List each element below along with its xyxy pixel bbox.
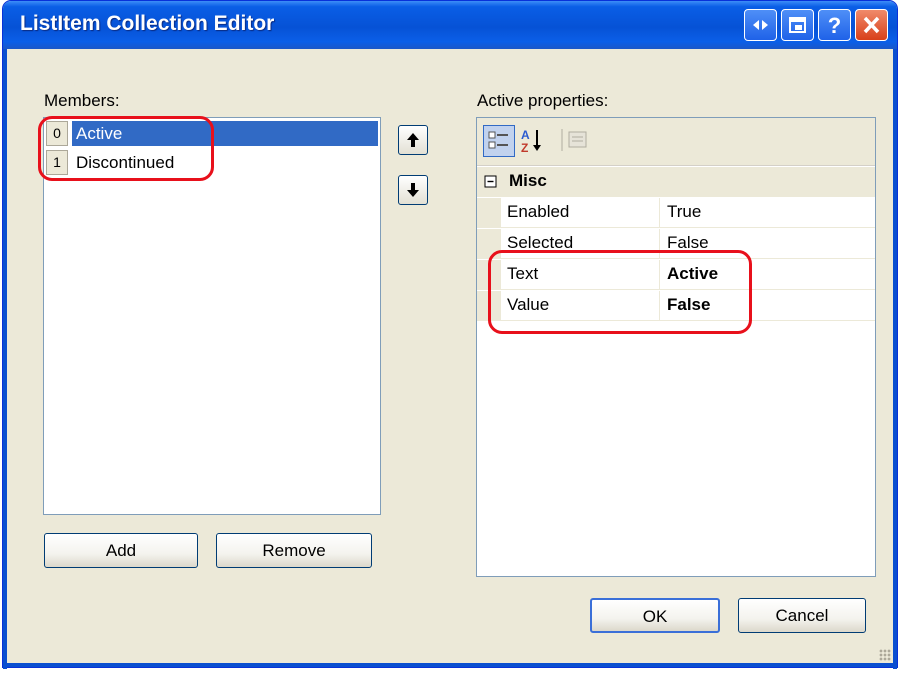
categorized-button[interactable] (483, 125, 515, 157)
svg-text:A: A (521, 128, 530, 142)
title-bar[interactable]: ListItem Collection Editor ? (3, 1, 897, 49)
arrow-up-icon (407, 133, 419, 147)
column-divider (659, 229, 660, 258)
list-item[interactable]: 1 Discontinued (46, 148, 378, 177)
property-row[interactable]: Text Active (477, 260, 875, 290)
member-index: 0 (46, 121, 68, 146)
category-name: Misc (509, 171, 547, 190)
member-index: 1 (46, 150, 68, 175)
arrows-icon (753, 20, 768, 30)
property-value[interactable]: False (667, 233, 709, 253)
window-icon (789, 17, 806, 33)
property-toolbar: A Z (477, 118, 875, 166)
member-text: Discontinued (76, 153, 175, 172)
row-margin (477, 260, 501, 289)
property-row[interactable]: Value False (477, 291, 875, 321)
frame-right (893, 49, 897, 669)
member-text: Active (72, 121, 378, 146)
row-margin (477, 229, 501, 258)
property-name: Value (507, 295, 550, 314)
context-help-button[interactable] (744, 9, 777, 41)
frame-left (3, 49, 7, 669)
collection-editor-dialog: ListItem Collection Editor ? Members: 0 … (2, 0, 898, 669)
collapse-icon[interactable] (481, 167, 505, 197)
property-name: Selected (507, 233, 574, 252)
window-title: ListItem Collection Editor (20, 12, 275, 35)
properties-label: Active properties: (477, 91, 609, 110)
property-name: Enabled (507, 202, 570, 221)
close-button[interactable] (855, 9, 888, 41)
frame-bottom (3, 663, 897, 667)
add-button[interactable]: Add (44, 533, 198, 568)
alphabetical-button[interactable]: A Z (517, 125, 549, 157)
column-divider (659, 198, 660, 227)
close-icon (863, 16, 880, 34)
question-icon: ? (828, 13, 841, 38)
svg-text:Z: Z (521, 141, 528, 155)
property-pages-icon (561, 129, 587, 151)
cancel-button[interactable]: Cancel (738, 598, 866, 633)
arrow-down-icon (407, 183, 419, 197)
members-label: Members: (44, 91, 120, 110)
resize-grip[interactable] (879, 649, 891, 661)
remove-button[interactable]: Remove (216, 533, 372, 568)
row-margin (477, 198, 501, 227)
property-grid[interactable]: A Z Misc Enabled True Selected False Tex… (476, 117, 876, 577)
restore-button[interactable] (781, 9, 814, 41)
list-item[interactable]: 0 Active (46, 119, 378, 148)
move-down-button[interactable] (398, 175, 428, 205)
sort-az-icon: A Z (521, 128, 541, 155)
categorized-icon (488, 131, 508, 149)
members-list[interactable]: 0 Active 1 Discontinued (43, 117, 381, 515)
property-row[interactable]: Enabled True (477, 198, 875, 228)
row-margin (477, 291, 501, 320)
property-pages-button[interactable] (561, 125, 593, 157)
svg-text:?: ? (828, 13, 841, 38)
move-up-button[interactable] (398, 125, 428, 155)
property-row[interactable]: Selected False (477, 229, 875, 259)
property-value[interactable]: True (667, 202, 701, 222)
ok-button[interactable]: OK (590, 598, 720, 633)
property-value[interactable]: False (667, 295, 710, 315)
category-row[interactable]: Misc (477, 167, 875, 197)
property-name: Text (507, 264, 539, 283)
column-divider (659, 260, 660, 289)
property-value[interactable]: Active (667, 264, 718, 284)
help-button[interactable]: ? (818, 9, 851, 41)
column-divider (659, 291, 660, 320)
